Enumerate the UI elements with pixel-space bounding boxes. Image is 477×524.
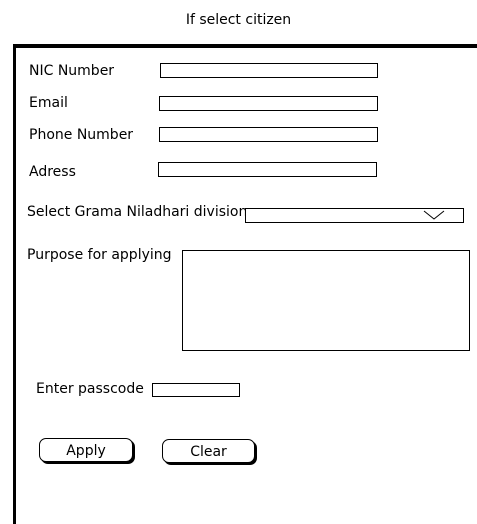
division-label: Select Grama Niladhari division <box>27 204 248 220</box>
passcode-label: Enter passcode <box>36 381 144 397</box>
apply-button[interactable]: Apply <box>39 438 133 462</box>
address-label: Adress <box>29 164 76 180</box>
nic-input[interactable] <box>160 63 378 78</box>
page-title: If select citizen <box>185 12 292 28</box>
purpose-textarea[interactable] <box>182 250 470 351</box>
email-input[interactable] <box>159 96 378 111</box>
passcode-input[interactable] <box>152 383 240 397</box>
clear-button[interactable]: Clear <box>162 439 255 463</box>
phone-input[interactable] <box>159 127 378 142</box>
chevron-down-icon <box>423 210 445 220</box>
nic-label: NIC Number <box>29 63 115 79</box>
purpose-label: Purpose for applying <box>27 247 172 263</box>
address-input[interactable] <box>158 162 377 177</box>
email-label: Email <box>29 95 68 111</box>
division-select[interactable] <box>245 208 464 223</box>
phone-label: Phone Number <box>29 127 134 143</box>
